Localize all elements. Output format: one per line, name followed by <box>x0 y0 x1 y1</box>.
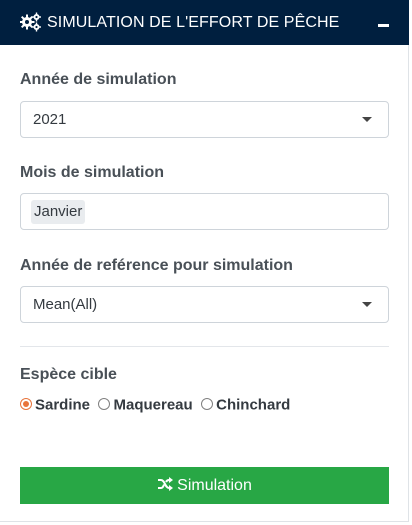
radio-checked-icon <box>20 397 32 410</box>
card-title: SIMULATION DE L'EFFORT DE PÊCHE <box>47 14 340 31</box>
chevron-down-icon <box>362 117 372 122</box>
divider <box>20 346 389 347</box>
simulation-button-label: Simulation <box>177 477 252 494</box>
simulation-card: SIMULATION DE L'EFFORT DE PÊCHE Année de… <box>0 0 409 522</box>
species-radio-group: Sardine Maquereau Chinchard <box>20 396 294 416</box>
year-label: Année de simulation <box>20 71 177 88</box>
gears-icon <box>20 12 41 32</box>
species-label: Espèce cible <box>20 366 117 383</box>
year-select-value: 2021 <box>33 111 67 128</box>
radio-label: Maquereau <box>113 396 193 414</box>
reference-select[interactable]: Mean(All) <box>20 286 389 323</box>
radio-unchecked-icon <box>98 397 111 410</box>
radio-unchecked-icon <box>201 397 214 410</box>
minus-icon <box>378 24 389 27</box>
radio-maquereau[interactable]: Maquereau <box>98 396 193 414</box>
radio-label: Sardine <box>35 396 91 414</box>
shuffle-icon <box>158 477 174 491</box>
simulation-button[interactable]: Simulation <box>20 467 389 504</box>
radio-label: Chinchard <box>216 396 291 414</box>
reference-select-value: Mean(All) <box>33 296 98 313</box>
month-tag[interactable]: Janvier <box>31 200 86 224</box>
chevron-down-icon <box>362 302 372 307</box>
card-header: SIMULATION DE L'EFFORT DE PÊCHE <box>0 0 409 45</box>
month-multiselect[interactable]: Janvier <box>20 193 389 230</box>
reference-label: Année de reférence pour simulation <box>20 257 293 274</box>
year-select[interactable]: 2021 <box>20 101 389 138</box>
collapse-button[interactable] <box>372 12 396 34</box>
radio-sardine[interactable]: Sardine <box>20 396 90 414</box>
radio-chinchard[interactable]: Chinchard <box>201 396 290 414</box>
month-label: Mois de simulation <box>20 164 165 181</box>
